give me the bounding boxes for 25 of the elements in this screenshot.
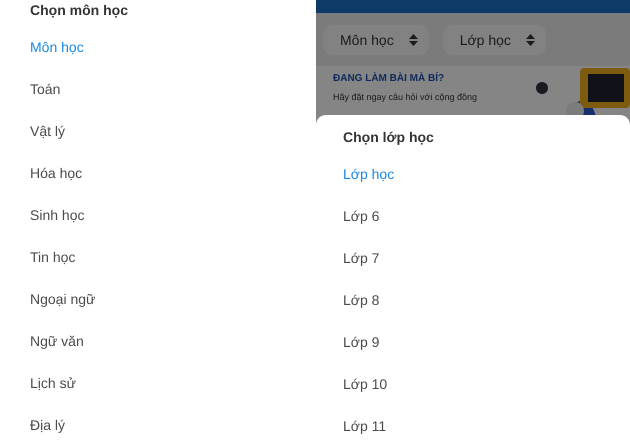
list-option[interactable]: Ngữ văn [0, 320, 316, 362]
list-option[interactable]: Lớp 8 [316, 279, 630, 321]
list-option[interactable]: Lớp 7 [316, 237, 630, 279]
sheet-title: Chọn môn học [29, 1, 129, 20]
filter-dropdown[interactable]: Môn học [323, 25, 429, 55]
banner-subtitle: Hãy đặt ngay câu hỏi với cộng đồng [333, 92, 477, 102]
sort-icon [524, 33, 536, 47]
sheet-title: Chọn lớp học [342, 128, 435, 147]
list-option[interactable]: Lớp 11 [316, 405, 630, 441]
sort-icon [408, 33, 419, 47]
list-option[interactable]: Tin học [0, 236, 316, 278]
list-option[interactable]: Lịch sử [0, 362, 316, 404]
list-option[interactable]: Ngoại ngữ [0, 278, 316, 320]
list-option[interactable]: Lớp 10 [316, 363, 630, 405]
list-option[interactable]: Hóa học [0, 152, 316, 194]
list-option[interactable]: Toán [0, 68, 316, 110]
list-option[interactable]: Lớp 9 [316, 321, 630, 363]
list-option[interactable]: Lớp 6 [316, 195, 630, 237]
list-option[interactable]: Sinh học [0, 194, 316, 236]
list-option[interactable]: Địa lý [0, 404, 316, 441]
filter-dropdown[interactable]: Lớp học [442, 25, 546, 55]
list-option[interactable]: Lớp học [316, 153, 630, 195]
list-option[interactable]: Vật lý [0, 110, 316, 152]
list-option[interactable]: Môn học [0, 26, 316, 68]
banner-title: ĐANG LÀM BÀI MÀ BÍ? [333, 73, 446, 84]
